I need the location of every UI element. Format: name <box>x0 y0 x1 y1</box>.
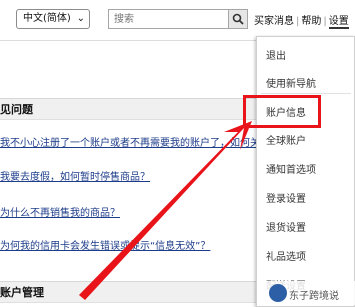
highlight-box <box>243 95 321 128</box>
menu-item-notification-preferences[interactable]: 通知首选项 <box>266 161 316 176</box>
watermark: 东子跨境说 <box>263 281 355 305</box>
settings-dropdown-menu: 退出 使用新导航 账户信息 全球账户 通知首选项 登录设置 退货设置 礼品选项 … <box>256 36 355 307</box>
watermark-text: 东子跨境说 <box>289 291 339 302</box>
menu-item-sign-out[interactable]: 退出 <box>266 47 286 62</box>
menu-item-login-settings[interactable]: 登录设置 <box>266 190 306 205</box>
menu-item-gift-options[interactable]: 礼品选项 <box>266 248 306 263</box>
menu-divider <box>261 93 351 94</box>
menu-item-return-settings[interactable]: 退货设置 <box>266 219 306 234</box>
watermark-logo-icon <box>269 284 287 302</box>
menu-item-new-navigation[interactable]: 使用新导航 <box>266 75 316 90</box>
menu-item-global-account[interactable]: 全球账户 <box>266 132 306 147</box>
